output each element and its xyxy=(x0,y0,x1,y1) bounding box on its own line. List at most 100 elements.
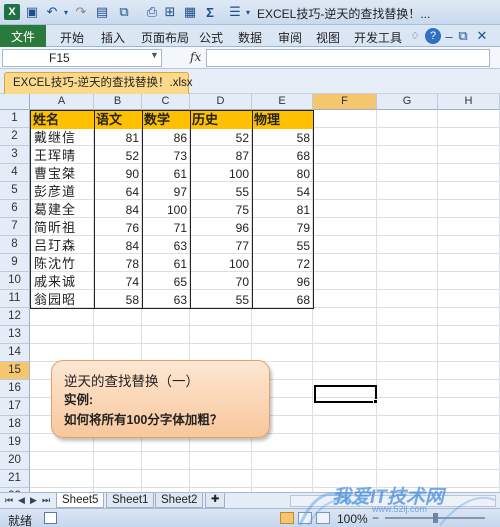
score-cell[interactable]: 81 xyxy=(94,129,142,147)
row-header-9[interactable]: 9 xyxy=(0,254,30,272)
page-break-view-icon[interactable] xyxy=(316,512,330,524)
row-header-14[interactable]: 14 xyxy=(0,344,30,362)
column-header-f[interactable]: F xyxy=(313,94,377,110)
score-cell[interactable]: 64 xyxy=(94,183,142,201)
header-physics[interactable]: 物理 xyxy=(252,111,313,129)
score-cell[interactable]: 90 xyxy=(94,165,142,183)
student-name-cell[interactable]: 戚来诚 xyxy=(31,273,94,291)
row-header-8[interactable]: 8 xyxy=(0,236,30,254)
score-cell[interactable]: 100 xyxy=(190,165,252,183)
row-header-19[interactable]: 19 xyxy=(0,434,30,452)
workbook-tab[interactable]: EXCEL技巧-逆天的查找替换！.xlsx xyxy=(4,72,193,94)
score-cell[interactable]: 80 xyxy=(252,165,313,183)
score-cell[interactable]: 100 xyxy=(190,255,252,273)
tab-view[interactable]: 视图 xyxy=(316,29,340,46)
restore-icon[interactable]: ⧉ xyxy=(458,28,468,44)
column-header-d[interactable]: D xyxy=(190,94,252,110)
tab-insert[interactable]: 插入 xyxy=(101,29,125,46)
row-header-5[interactable]: 5 xyxy=(0,182,30,200)
row-header-18[interactable]: 18 xyxy=(0,416,30,434)
score-cell[interactable]: 61 xyxy=(142,165,190,183)
row-header-7[interactable]: 7 xyxy=(0,218,30,236)
score-cell[interactable]: 55 xyxy=(190,183,252,201)
next-sheet-icon[interactable]: ▶ xyxy=(30,495,37,506)
row-header-2[interactable]: 2 xyxy=(0,128,30,146)
column-header-g[interactable]: G xyxy=(377,94,438,110)
row-header-3[interactable]: 3 xyxy=(0,146,30,164)
score-cell[interactable]: 97 xyxy=(142,183,190,201)
select-all-corner[interactable] xyxy=(0,94,30,110)
student-name-cell[interactable]: 葛建全 xyxy=(31,201,94,219)
score-cell[interactable]: 84 xyxy=(94,201,142,219)
row-header-6[interactable]: 6 xyxy=(0,200,30,218)
student-name-cell[interactable]: 曹宝桀 xyxy=(31,165,94,183)
tab-formulas[interactable]: 公式 xyxy=(199,29,223,46)
header-history[interactable]: 历史 xyxy=(190,111,252,129)
row-header-13[interactable]: 13 xyxy=(0,326,30,344)
row-header-16[interactable]: 16 xyxy=(0,380,30,398)
student-name-cell[interactable]: 陈沈竹 xyxy=(31,255,94,273)
score-cell[interactable]: 96 xyxy=(252,273,313,291)
close-icon[interactable]: ✕ xyxy=(475,28,489,44)
score-cell[interactable]: 86 xyxy=(142,129,190,147)
row-header-12[interactable]: 12 xyxy=(0,308,30,326)
name-box[interactable]: F15 xyxy=(2,49,162,67)
tab-data[interactable]: 数据 xyxy=(238,29,262,46)
row-header-17[interactable]: 17 xyxy=(0,398,30,416)
zoom-slider-knob[interactable] xyxy=(433,513,438,523)
insert-function-icon[interactable]: fx xyxy=(190,50,201,64)
new-file-icon[interactable]: ▤ xyxy=(95,4,109,20)
tab-developer[interactable]: 开发工具 xyxy=(354,29,402,46)
row-header-1[interactable]: 1 xyxy=(0,110,30,128)
table-icon[interactable]: ▦ xyxy=(183,4,197,20)
first-sheet-icon[interactable]: ⏮ xyxy=(5,495,13,506)
save-icon[interactable]: ▣ xyxy=(25,4,39,20)
row-header-11[interactable]: 11 xyxy=(0,290,30,308)
score-cell[interactable]: 63 xyxy=(142,291,190,309)
selected-cell-f15[interactable] xyxy=(314,385,377,403)
student-name-cell[interactable]: 彭彦道 xyxy=(31,183,94,201)
score-cell[interactable]: 96 xyxy=(190,219,252,237)
column-header-e[interactable]: E xyxy=(252,94,313,110)
score-cell[interactable]: 84 xyxy=(94,237,142,255)
sheet-tab-sheet5[interactable]: Sheet5 xyxy=(56,493,105,508)
score-cell[interactable]: 78 xyxy=(94,255,142,273)
score-cell[interactable]: 76 xyxy=(94,219,142,237)
score-cell[interactable]: 55 xyxy=(190,291,252,309)
last-sheet-icon[interactable]: ⏭ xyxy=(42,495,50,506)
score-cell[interactable]: 77 xyxy=(190,237,252,255)
formula-input[interactable] xyxy=(206,49,490,67)
student-name-cell[interactable]: 戴继信 xyxy=(31,129,94,147)
minimize-icon[interactable]: – xyxy=(444,28,454,44)
autosum-icon[interactable]: Σ xyxy=(203,4,217,20)
sheet-tab-sheet2[interactable]: Sheet2 xyxy=(155,493,204,508)
score-cell[interactable]: 55 xyxy=(252,237,313,255)
row-header-10[interactable]: 10 xyxy=(0,272,30,290)
prev-sheet-icon[interactable]: ◀ xyxy=(18,495,25,506)
score-cell[interactable]: 79 xyxy=(252,219,313,237)
student-name-cell[interactable]: 简昕祖 xyxy=(31,219,94,237)
macro-record-icon[interactable] xyxy=(44,512,57,524)
row-header-15[interactable]: 15 xyxy=(0,362,30,380)
tab-page-layout[interactable]: 页面布局 xyxy=(141,29,189,46)
customize-toolbar-icon[interactable]: ▾ xyxy=(244,4,252,20)
score-cell[interactable]: 72 xyxy=(252,255,313,273)
header-name[interactable]: 姓名 xyxy=(31,111,94,129)
header-math[interactable]: 数学 xyxy=(142,111,190,129)
name-box-dropdown-icon[interactable]: ▼ xyxy=(150,50,159,60)
redo-icon[interactable]: ↷ xyxy=(74,4,88,20)
score-cell[interactable]: 87 xyxy=(190,147,252,165)
tab-home[interactable]: 开始 xyxy=(60,29,84,46)
align-icon[interactable]: ☰ xyxy=(228,4,242,20)
score-cell[interactable]: 100 xyxy=(142,201,190,219)
row-header-21[interactable]: 21 xyxy=(0,470,30,488)
borders-icon[interactable]: ⊞ xyxy=(163,4,177,20)
student-name-cell[interactable]: 翁园昭 xyxy=(31,291,94,309)
score-cell[interactable]: 52 xyxy=(190,129,252,147)
score-cell[interactable]: 68 xyxy=(252,291,313,309)
score-cell[interactable]: 61 xyxy=(142,255,190,273)
score-cell[interactable]: 58 xyxy=(252,129,313,147)
page-layout-view-icon[interactable] xyxy=(298,512,312,524)
score-cell[interactable]: 58 xyxy=(94,291,142,309)
score-cell[interactable]: 63 xyxy=(142,237,190,255)
